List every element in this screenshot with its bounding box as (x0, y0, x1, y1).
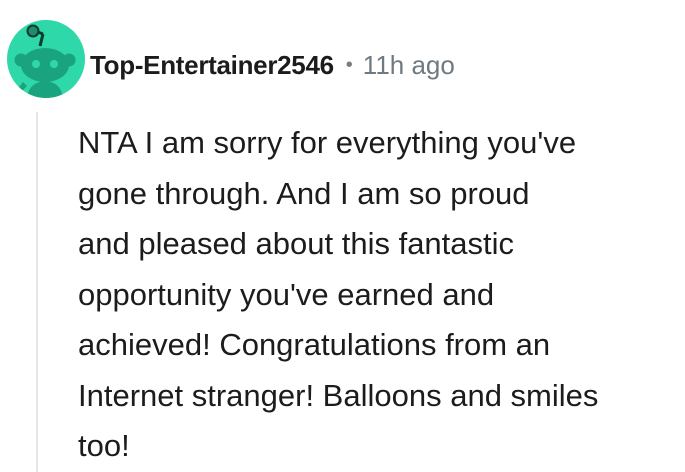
user-avatar[interactable] (7, 20, 85, 98)
comment-body-line: opportunity you've earned and (78, 276, 495, 312)
meta-separator: • (345, 53, 353, 76)
snoo-avatar-icon (14, 24, 76, 98)
thread-collapse-line[interactable] (36, 112, 38, 472)
author-username[interactable]: Top-Entertainer2546 (90, 50, 334, 81)
comment: Top-Entertainer2546 • 11h ago NTA I am s… (0, 0, 685, 472)
comment-header: Top-Entertainer2546 • 11h ago (90, 46, 455, 84)
comment-body-line: Internet stranger! Balloons and smiles (78, 377, 599, 413)
comment-body-line: and pleased about this fantastic (78, 226, 515, 261)
comment-timestamp[interactable]: 11h ago (363, 50, 455, 81)
comment-body: NTA I am sorry for everything you've gon… (78, 118, 678, 472)
comment-body-line: achieved! Congratulations from an (78, 327, 551, 362)
comment-body-line: NTA I am sorry for everything you've (78, 125, 577, 160)
comment-body-line: gone through. And I am so proud (78, 175, 530, 211)
comment-body-line: too! (78, 428, 130, 463)
